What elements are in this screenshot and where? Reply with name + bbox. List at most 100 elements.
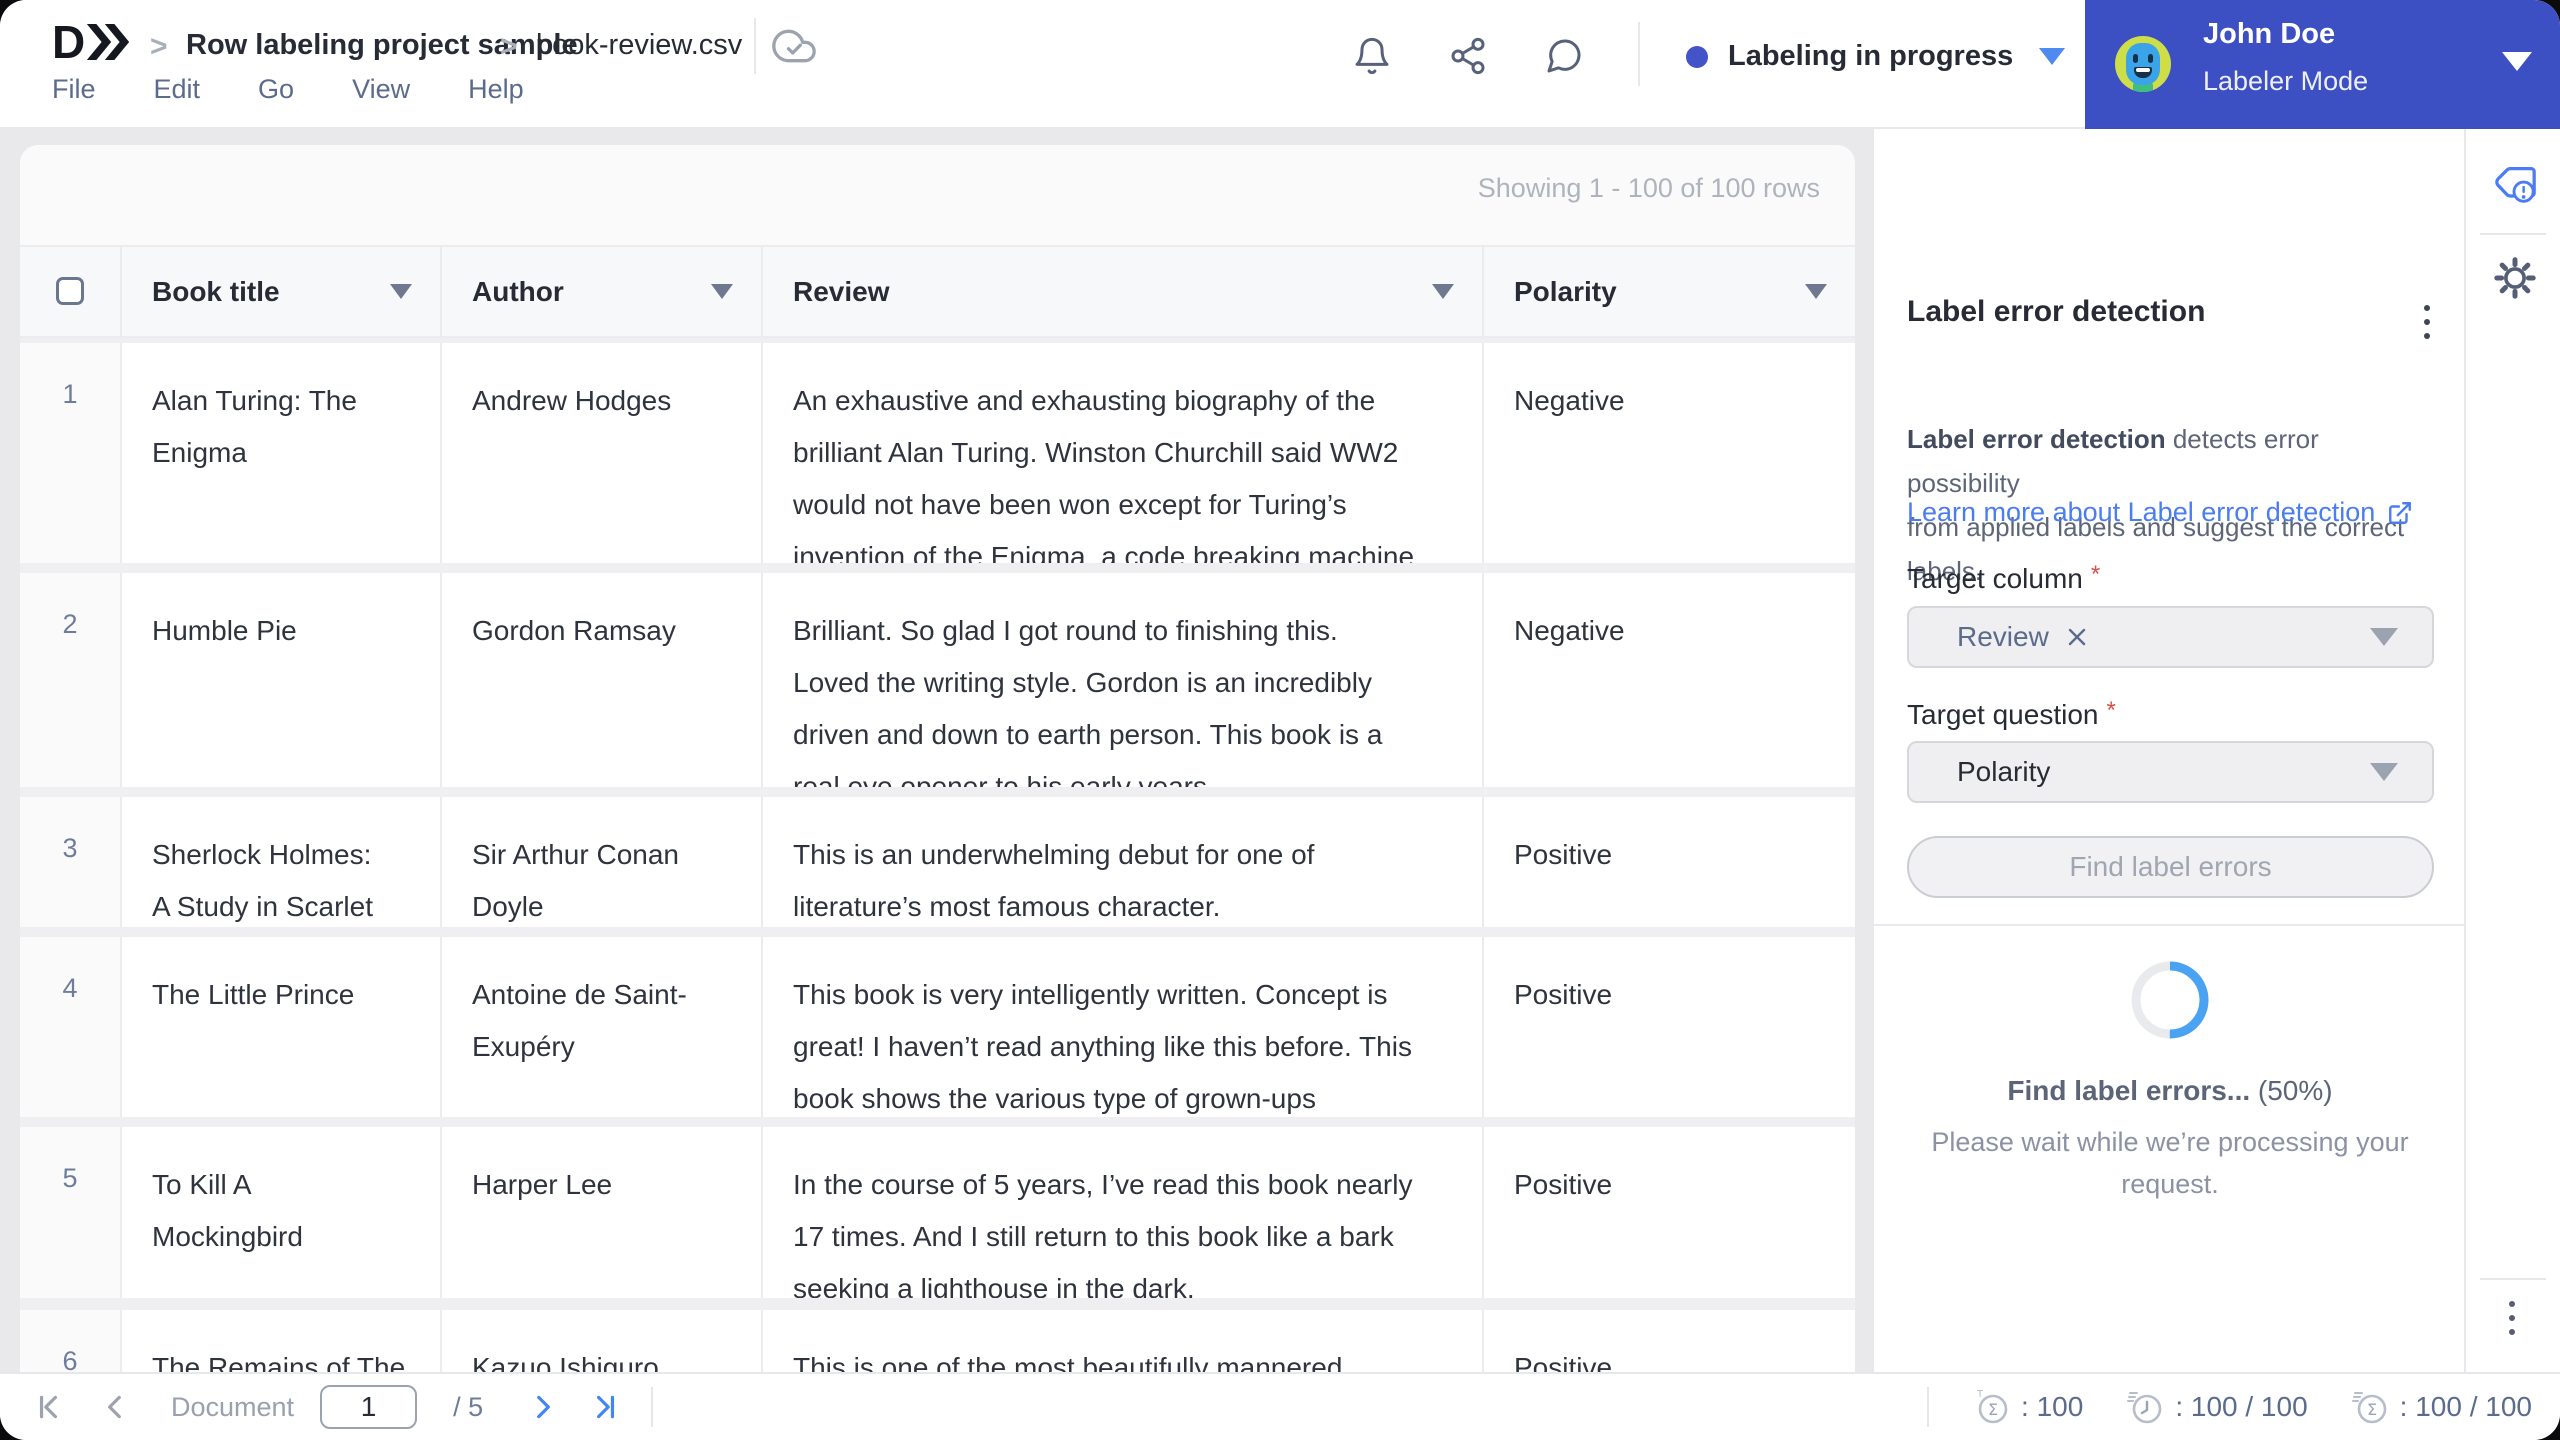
- share-icon[interactable]: [1448, 36, 1488, 76]
- status-dropdown[interactable]: Labeling in progress: [1686, 40, 2066, 73]
- cell-polarity[interactable]: Negative: [1482, 573, 1855, 787]
- target-question-select[interactable]: Polarity: [1907, 741, 2434, 803]
- svg-text:Σ: Σ: [2367, 1400, 2377, 1419]
- user-name: John Doe: [2203, 18, 2336, 50]
- filter-caret-icon[interactable]: [1432, 284, 1454, 299]
- cell-polarity[interactable]: Positive: [1482, 1310, 1855, 1372]
- notifications-bell-icon[interactable]: [1352, 36, 1392, 76]
- last-page-button[interactable]: [589, 1391, 621, 1423]
- menu-bar: File Edit Go View Help: [52, 74, 524, 105]
- cell-author[interactable]: Antoine de Saint- Exupéry: [440, 937, 761, 1117]
- page-total: / 5: [453, 1391, 484, 1422]
- header-divider-2: [1638, 22, 1640, 86]
- row-number: 3: [20, 797, 120, 927]
- breadcrumb-file[interactable]: book-review.csv: [536, 29, 742, 62]
- target-question-label: Target question *: [1907, 697, 2116, 730]
- cell-review[interactable]: This is an underwhelming debut for one o…: [761, 797, 1482, 927]
- filter-caret-icon[interactable]: [711, 284, 733, 299]
- prev-page-button[interactable]: [99, 1391, 131, 1423]
- select-caret-icon: [2370, 628, 2398, 646]
- row-number: 1: [20, 343, 120, 563]
- first-page-button[interactable]: [33, 1391, 65, 1423]
- stat-value: : 100 / 100: [2175, 1391, 2308, 1422]
- find-label-errors-button[interactable]: Find label errors: [1907, 836, 2434, 898]
- select-caret-icon: [2370, 763, 2398, 781]
- filter-caret-icon[interactable]: [1805, 284, 1827, 299]
- remove-chip-icon[interactable]: [2065, 625, 2089, 649]
- settings-gear-icon[interactable]: [2492, 255, 2538, 301]
- next-page-button[interactable]: [527, 1391, 559, 1423]
- user-caret-icon: [2502, 52, 2532, 71]
- cell-book-title[interactable]: Alan Turing: The Enigma: [120, 343, 440, 563]
- page-number-input[interactable]: [320, 1385, 418, 1429]
- cell-review[interactable]: This is one of the most beautifully mann…: [761, 1310, 1482, 1372]
- cell-review[interactable]: This book is very intelligently written.…: [761, 937, 1482, 1117]
- status-label: Labeling in progress: [1728, 40, 2014, 72]
- cell-polarity[interactable]: Positive: [1482, 797, 1855, 927]
- column-header-review[interactable]: Review: [761, 247, 1482, 336]
- right-tool-rail: [2464, 129, 2560, 1372]
- total-rows-icon: Σ T: [1976, 1389, 2008, 1424]
- cell-author[interactable]: Sir Arthur Conan Doyle: [440, 797, 761, 927]
- panel-title: Label error detection: [1907, 295, 2206, 328]
- cell-review[interactable]: Brilliant. So glad I got round to finish…: [761, 573, 1482, 787]
- rail-divider: [2480, 233, 2546, 235]
- stat-labeled: Σ : 100 / 100: [2351, 1388, 2532, 1426]
- cell-polarity[interactable]: Positive: [1482, 1127, 1855, 1298]
- stat-value: : 100: [2021, 1391, 2084, 1422]
- column-label: Polarity: [1514, 275, 1617, 307]
- stat-time: : 100 / 100: [2127, 1388, 2308, 1426]
- row-count-summary: Showing 1 - 100 of 100 rows: [1477, 173, 1820, 203]
- progress-status: Find label errors... (50%): [1874, 1075, 2466, 1107]
- filter-caret-icon[interactable]: [390, 284, 412, 299]
- target-question-value: Polarity: [1957, 756, 2051, 787]
- menu-file[interactable]: File: [52, 74, 96, 105]
- cell-polarity[interactable]: Positive: [1482, 937, 1855, 1117]
- bottom-bar: Document / 5 Σ T: [0, 1372, 2560, 1440]
- labeled-rows-icon: Σ: [2351, 1392, 2386, 1424]
- select-all-checkbox[interactable]: [56, 277, 84, 305]
- document-label: Document: [171, 1391, 295, 1422]
- column-header-polarity[interactable]: Polarity: [1482, 247, 1855, 336]
- cell-author[interactable]: Gordon Ramsay: [440, 573, 761, 787]
- svg-text:T: T: [1976, 1389, 1984, 1400]
- cell-polarity[interactable]: Negative: [1482, 343, 1855, 563]
- menu-go[interactable]: Go: [258, 74, 294, 105]
- row-number: 5: [20, 1127, 120, 1298]
- cell-review[interactable]: In the course of 5 years, I’ve read this…: [761, 1127, 1482, 1298]
- panel-menu-kebab-icon[interactable]: [2424, 305, 2430, 339]
- pager-divider: [651, 1387, 654, 1427]
- rail-divider: [2480, 1278, 2546, 1280]
- time-spent-icon: [2127, 1392, 2162, 1424]
- cell-author[interactable]: Harper Lee: [440, 1127, 761, 1298]
- app-logo[interactable]: D: [52, 16, 131, 68]
- menu-view[interactable]: View: [352, 74, 410, 105]
- user-panel[interactable]: John Doe Labeler Mode: [2085, 0, 2560, 129]
- status-caret-icon: [2039, 48, 2066, 65]
- cell-book-title[interactable]: Sherlock Holmes: A Study in Scarlet: [120, 797, 440, 927]
- footer-stats: Σ T : 100 : 100 / 100 Σ: 100 / 100: [1927, 1374, 2532, 1440]
- logo-d-glyph: D: [52, 16, 86, 68]
- target-column-select[interactable]: Review: [1907, 606, 2434, 668]
- breadcrumb-project[interactable]: Row labeling project sample: [186, 29, 578, 62]
- cell-review[interactable]: An exhaustive and exhausting biography o…: [761, 343, 1482, 563]
- learn-more-link[interactable]: Learn more about Label error detection: [1907, 497, 2413, 528]
- cell-book-title[interactable]: The Remains of The: [120, 1310, 440, 1372]
- panel-description: Label error detection detects error poss…: [1907, 373, 2427, 593]
- table-row: 3 Sherlock Holmes: A Study in Scarlet Si…: [20, 797, 1855, 927]
- cell-book-title[interactable]: Humble Pie: [120, 573, 440, 787]
- menu-edit[interactable]: Edit: [154, 74, 201, 105]
- cell-book-title[interactable]: The Little Prince: [120, 937, 440, 1117]
- cell-author[interactable]: Andrew Hodges: [440, 343, 761, 563]
- column-header-book-title[interactable]: Book title: [120, 247, 440, 336]
- rail-kebab-icon[interactable]: [2509, 1301, 2515, 1335]
- column-header-author[interactable]: Author: [440, 247, 761, 336]
- cell-author[interactable]: Kazuo Ishiguro: [440, 1310, 761, 1372]
- cell-book-title[interactable]: To Kill A Mockingbird: [120, 1127, 440, 1298]
- label-error-detection-tab-icon[interactable]: [2492, 161, 2538, 207]
- row-number: 4: [20, 937, 120, 1117]
- user-mode: Labeler Mode: [2203, 66, 2369, 96]
- menu-help[interactable]: Help: [468, 74, 524, 105]
- comments-icon[interactable]: [1544, 36, 1584, 76]
- panel-description-bold: Label error detection: [1907, 424, 2166, 454]
